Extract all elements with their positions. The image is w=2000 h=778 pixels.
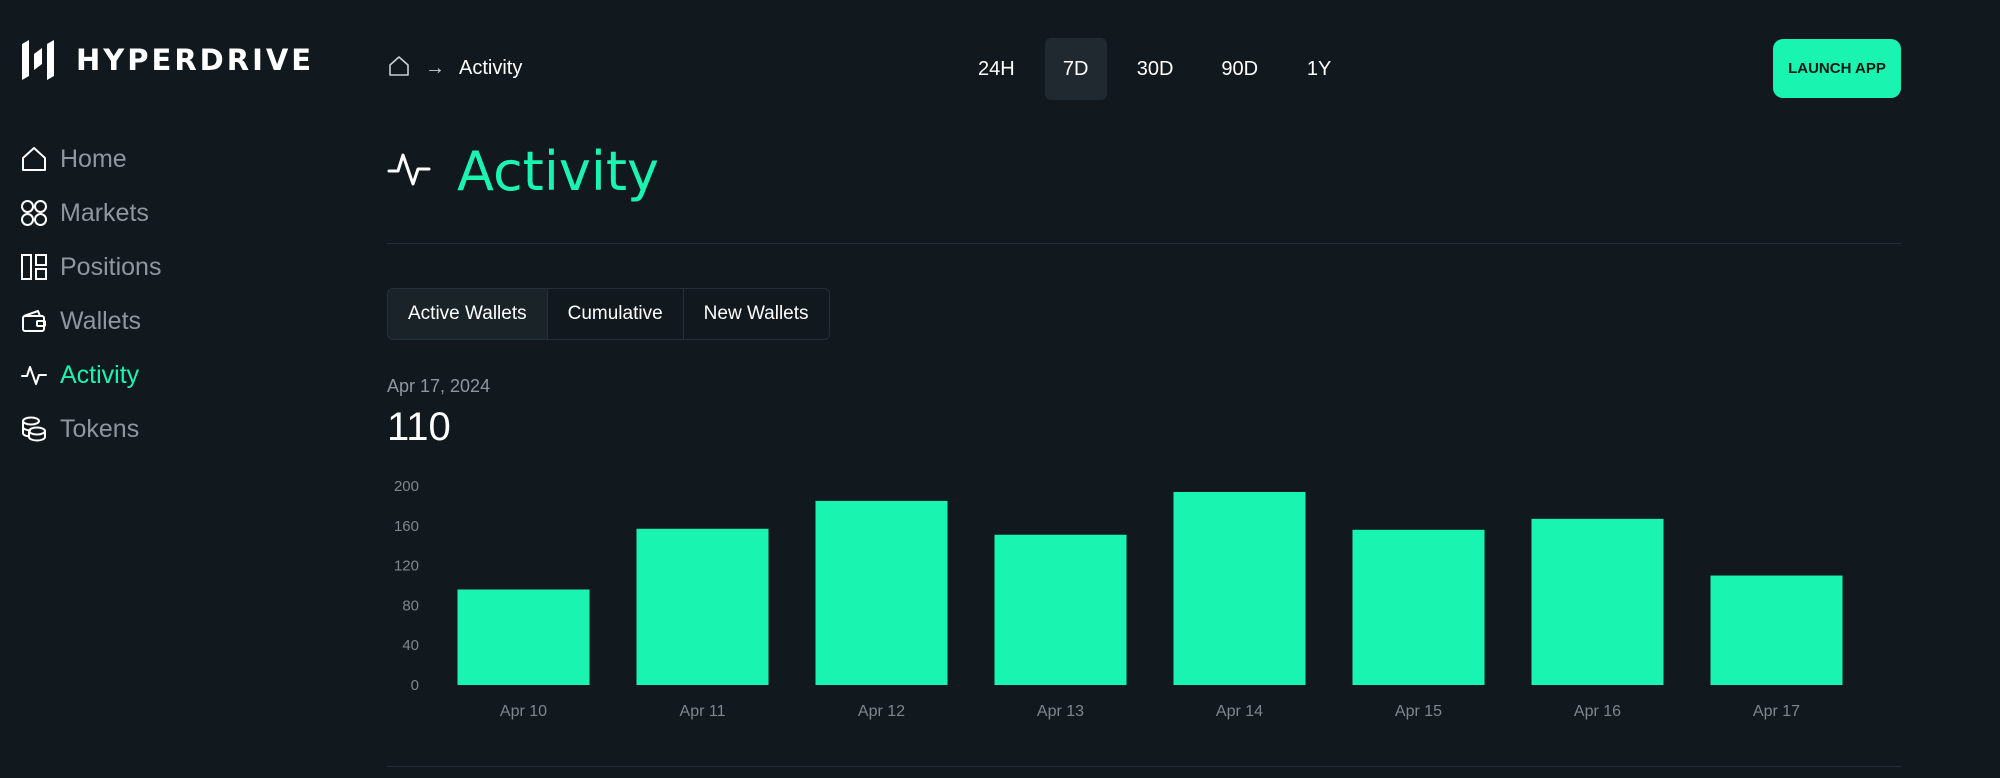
markets-icon bbox=[20, 199, 48, 227]
bar-apr-14[interactable] bbox=[1173, 491, 1306, 685]
sidebar-item-markets[interactable]: Markets bbox=[20, 186, 161, 240]
x-tick-label: Apr 14 bbox=[1216, 703, 1263, 720]
x-tick-label: Apr 17 bbox=[1753, 703, 1800, 720]
x-tick-label: Apr 10 bbox=[500, 703, 547, 720]
launch-app-button[interactable]: LAUNCH APP bbox=[1773, 39, 1901, 98]
active-wallets-bar-chart: 0 40 80 120 160 200 Apr 10 Apr 11 Apr 12 Apr 13 Ap… bbox=[394, 478, 1843, 720]
x-tick-label: Apr 16 bbox=[1574, 703, 1621, 720]
y-tick-label: 120 bbox=[394, 558, 419, 575]
selected-value: 110 bbox=[387, 405, 451, 449]
bar-apr-12[interactable] bbox=[815, 500, 948, 685]
positions-icon bbox=[20, 253, 48, 281]
range-7d[interactable]: 7D bbox=[1044, 38, 1107, 100]
arrow-right-icon: → bbox=[425, 56, 445, 79]
brand-logo[interactable]: HYPERDRIVE bbox=[20, 38, 314, 82]
y-tick-label: 0 bbox=[411, 677, 419, 694]
sidebar-item-label: Activity bbox=[60, 360, 140, 389]
sidebar-item-label: Positions bbox=[60, 252, 162, 281]
y-tick-label: 160 bbox=[394, 518, 419, 535]
sidebar-nav: Home Markets Positions Wallets Activity … bbox=[20, 132, 161, 456]
hyperdrive-logo-icon bbox=[22, 40, 54, 80]
bar-apr-15[interactable] bbox=[1352, 529, 1485, 685]
breadcrumb: → Activity bbox=[387, 55, 522, 81]
selected-date: Apr 17, 2024 bbox=[387, 376, 491, 396]
home-icon bbox=[20, 145, 48, 173]
wallet-icon bbox=[20, 307, 48, 335]
sidebar-item-home[interactable]: Home bbox=[20, 132, 161, 186]
page-title-row: Activity bbox=[387, 140, 659, 203]
x-tick-label: Apr 13 bbox=[1037, 703, 1084, 720]
brand-name: HYPERDRIVE bbox=[76, 43, 315, 77]
range-1y[interactable]: 1Y bbox=[1288, 38, 1350, 100]
bar-apr-13[interactable] bbox=[994, 534, 1127, 685]
y-tick-label: 40 bbox=[402, 637, 419, 654]
activity-icon bbox=[387, 147, 431, 196]
x-tick-label: Apr 12 bbox=[858, 703, 905, 720]
range-24h[interactable]: 24H bbox=[960, 38, 1033, 100]
x-tick-label: Apr 11 bbox=[680, 703, 726, 720]
sidebar-item-label: Wallets bbox=[60, 306, 142, 335]
tab-new-wallets[interactable]: New Wallets bbox=[683, 289, 829, 339]
sidebar-item-label: Markets bbox=[60, 198, 149, 227]
activity-icon bbox=[20, 361, 48, 389]
range-30d[interactable]: 30D bbox=[1119, 38, 1192, 100]
divider bbox=[387, 243, 1902, 244]
sidebar-item-positions[interactable]: Positions bbox=[20, 240, 161, 294]
page-title: Activity bbox=[457, 140, 659, 203]
sidebar-item-wallets[interactable]: Wallets bbox=[20, 294, 161, 348]
home-icon[interactable] bbox=[387, 54, 411, 83]
sidebar-item-tokens[interactable]: Tokens bbox=[20, 402, 161, 456]
bar-apr-16[interactable] bbox=[1531, 518, 1664, 685]
bar-apr-10[interactable] bbox=[457, 589, 590, 685]
tokens-icon bbox=[20, 415, 48, 443]
tab-active-wallets[interactable]: Active Wallets bbox=[388, 289, 548, 339]
metric-tabs: Active Wallets Cumulative New Wallets bbox=[387, 288, 830, 340]
sidebar-item-label: Home bbox=[60, 144, 127, 173]
time-range-selector: 24H 7D 30D 90D 1Y bbox=[960, 38, 1350, 100]
sidebar-item-label: Tokens bbox=[60, 414, 140, 443]
tab-cumulative[interactable]: Cumulative bbox=[547, 289, 684, 339]
range-90d[interactable]: 90D bbox=[1203, 38, 1276, 100]
breadcrumb-current: Activity bbox=[459, 56, 523, 79]
y-tick-label: 80 bbox=[402, 597, 419, 614]
divider bbox=[387, 766, 1902, 767]
sidebar-item-activity[interactable]: Activity bbox=[20, 348, 161, 402]
y-tick-label: 200 bbox=[394, 478, 419, 495]
bar-apr-11[interactable] bbox=[636, 528, 769, 685]
bar-apr-17[interactable] bbox=[1710, 575, 1843, 685]
x-tick-label: Apr 15 bbox=[1395, 703, 1442, 720]
